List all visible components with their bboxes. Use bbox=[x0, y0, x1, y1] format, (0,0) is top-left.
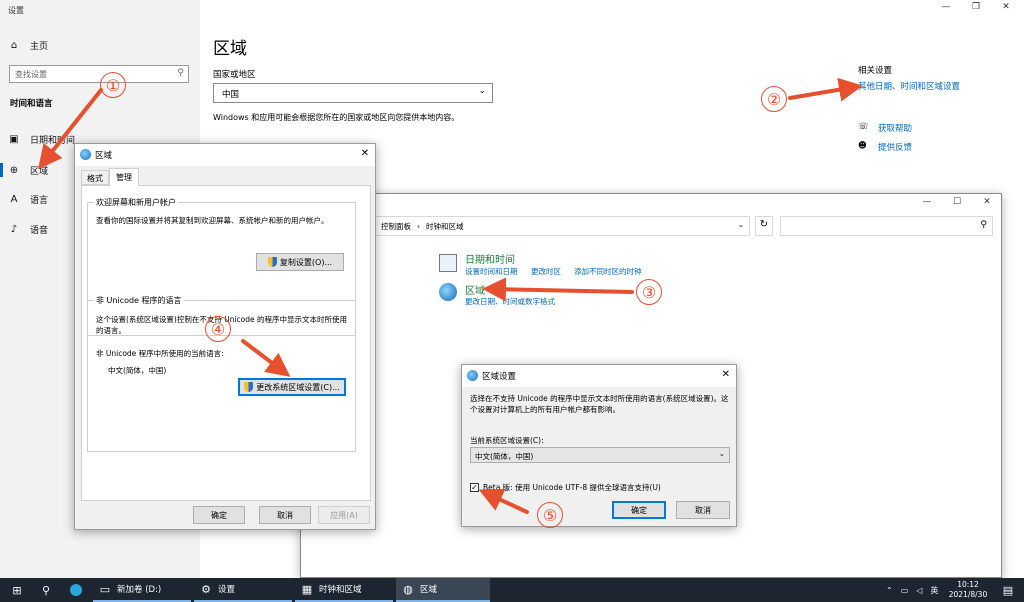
network-icon[interactable]: ▭ bbox=[901, 586, 909, 595]
taskbar: ⊞ ⚲ ▭ 新加卷 (D:) ⚙ 设置 ▦ 时钟和区域 ◍ 区域 ⌃ ▭ ◁ 英… bbox=[0, 578, 1024, 602]
taskbar-item-label: 时钟和区域 bbox=[319, 585, 362, 595]
drive-icon: ▭ bbox=[99, 582, 111, 596]
search-icon: ⚲ bbox=[41, 583, 51, 597]
tab-admin[interactable]: 管理 bbox=[109, 168, 139, 186]
taskbar-item-settings[interactable]: ⚙ 设置 bbox=[194, 578, 292, 602]
start-button[interactable]: ⊞ bbox=[5, 578, 29, 602]
windows-logo-icon: ⊞ bbox=[12, 583, 22, 597]
clock-time: 10:12 bbox=[957, 580, 979, 589]
step-3-marker: ③ bbox=[636, 279, 662, 305]
step-1-marker: ① bbox=[100, 72, 126, 98]
globe-icon: ◍ bbox=[403, 582, 413, 596]
arrow-4 bbox=[241, 339, 291, 377]
arrow-5 bbox=[478, 488, 529, 514]
taskbar-item-control-panel[interactable]: ▦ 时钟和区域 bbox=[295, 578, 393, 602]
taskbar-item-region[interactable]: ◍ 区域 bbox=[396, 578, 490, 602]
arrow-1 bbox=[38, 88, 103, 170]
taskbar-search-button[interactable]: ⚲ bbox=[34, 578, 58, 602]
edge-button[interactable] bbox=[64, 578, 88, 602]
volume-icon[interactable]: ◁ bbox=[916, 586, 922, 595]
system-tray: ⌃ ▭ ◁ 英 bbox=[880, 578, 940, 602]
gear-icon: ⚙ bbox=[201, 582, 211, 596]
taskbar-item-label: 设置 bbox=[218, 585, 236, 595]
annotation-arrows bbox=[38, 77, 863, 514]
arrow-2 bbox=[788, 77, 863, 102]
chevron-up-icon[interactable]: ⌃ bbox=[886, 586, 893, 595]
ime-indicator[interactable]: 英 bbox=[930, 585, 938, 596]
taskbar-item-label: 新加卷 (D:) bbox=[117, 585, 162, 595]
step-4-marker: ④ bbox=[205, 316, 231, 342]
notification-button[interactable]: ▤ bbox=[996, 578, 1020, 602]
clock[interactable]: 10:12 2021/8/30 bbox=[946, 580, 990, 600]
taskbar-item-drive[interactable]: ▭ 新加卷 (D:) bbox=[93, 578, 191, 602]
arrow-3 bbox=[482, 277, 634, 302]
control-panel-icon: ▦ bbox=[301, 582, 313, 596]
step-5-marker: ⑤ bbox=[537, 502, 563, 528]
edge-icon bbox=[70, 584, 82, 596]
notification-icon: ▤ bbox=[1002, 583, 1014, 597]
taskbar-item-label: 区域 bbox=[420, 585, 438, 595]
clock-date: 2021/8/30 bbox=[948, 590, 988, 599]
step-2-marker: ② bbox=[761, 86, 787, 112]
